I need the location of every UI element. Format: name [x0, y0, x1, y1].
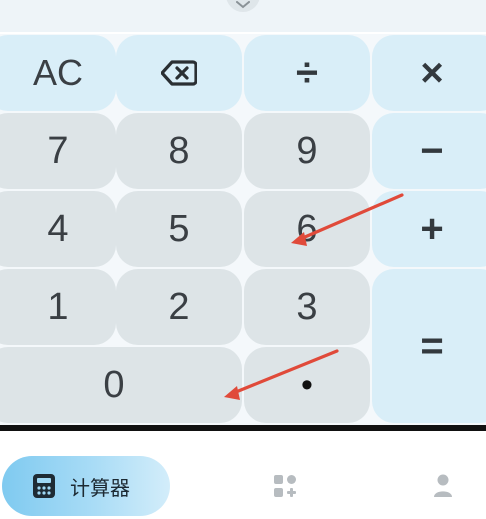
digit-5-button[interactable]: 5 [116, 191, 242, 267]
digit-7-button[interactable]: 7 [0, 113, 116, 189]
bottom-navigation: 计算器 [0, 431, 486, 519]
keypad: AC ÷ × 7 8 9 − 4 5 6 + 1 2 3 = 0 • [0, 34, 486, 426]
decimal-point-button[interactable]: • [244, 347, 370, 423]
digit-8-button[interactable]: 8 [116, 113, 242, 189]
digit-1-button[interactable]: 1 [0, 269, 116, 345]
digit-3-button[interactable]: 3 [244, 269, 370, 345]
nav-tab-tools[interactable] [262, 467, 308, 505]
backspace-button[interactable] [116, 35, 242, 111]
backspace-icon [161, 60, 197, 86]
chevron-down-icon [236, 1, 250, 9]
clear-button[interactable]: AC [0, 35, 116, 111]
digit-9-button[interactable]: 9 [244, 113, 370, 189]
digit-4-button[interactable]: 4 [0, 191, 116, 267]
minus-button[interactable]: − [372, 113, 486, 189]
grid-plus-icon [274, 475, 296, 497]
multiply-button[interactable]: × [372, 35, 486, 111]
digit-2-button[interactable]: 2 [116, 269, 242, 345]
digit-0-button[interactable]: 0 [0, 347, 242, 423]
person-icon [434, 474, 452, 497]
calculator-icon [33, 474, 55, 498]
plus-button[interactable]: + [372, 191, 486, 267]
nav-tab-calculator-label: 计算器 [70, 475, 130, 500]
digit-6-button[interactable]: 6 [244, 191, 370, 267]
nav-tab-calculator[interactable]: 计算器 [2, 456, 170, 516]
equals-button[interactable]: = [372, 269, 486, 423]
divide-button[interactable]: ÷ [244, 35, 370, 111]
nav-tab-profile[interactable] [420, 467, 466, 505]
